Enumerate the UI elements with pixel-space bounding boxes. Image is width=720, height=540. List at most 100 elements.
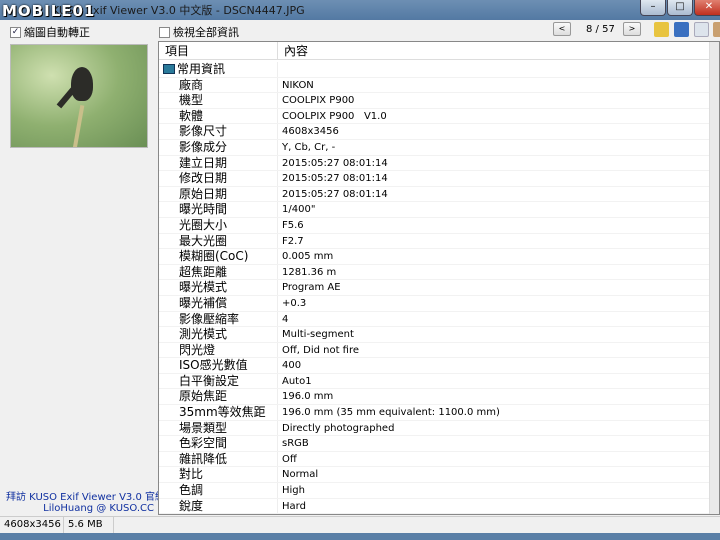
- item-cell: ISO感光數值: [159, 358, 278, 373]
- table-row[interactable]: 建立日期 2015:05:27 08:01:14: [159, 155, 711, 172]
- maximize-button[interactable]: □: [667, 0, 693, 16]
- table-row[interactable]: 影像成分 Y, Cb, Cr, -: [159, 139, 711, 156]
- table-row[interactable]: 測光模式 Multi-segment: [159, 327, 711, 343]
- item-cell: 修改日期: [159, 171, 278, 186]
- item-cell: 白平衡設定: [159, 373, 278, 389]
- status-size: 5.6 MB: [64, 517, 114, 533]
- info-icon: [163, 64, 175, 74]
- table-row[interactable]: 原始日期 2015:05:27 08:01:14: [159, 186, 711, 203]
- item-cell: 雜訊降低: [159, 451, 278, 467]
- value-cell: 1281.36 m: [282, 266, 337, 278]
- item-cell: 光圈大小: [159, 217, 278, 233]
- table-row[interactable]: 曝光補償 +0.3: [159, 295, 711, 312]
- table-row[interactable]: 模糊圈(CoC) 0.005 mm: [159, 249, 711, 265]
- page-indicator: 8 / 57: [586, 24, 615, 35]
- prev-button[interactable]: <: [553, 22, 571, 36]
- watermark-logo: MOBILE01: [2, 2, 96, 20]
- open-folder-icon[interactable]: [654, 22, 669, 37]
- table-row[interactable]: 最大光圈 F2.7: [159, 233, 711, 250]
- table-row[interactable]: 雜訊降低 Off: [159, 451, 711, 468]
- value-cell: sRGB: [282, 438, 309, 450]
- website-link[interactable]: 拜訪 KUSO Exif Viewer V3.0 官網: [6, 488, 165, 503]
- zoom-icon[interactable]: [694, 22, 709, 37]
- show-all-checkbox[interactable]: 檢視全部資訊: [159, 24, 239, 40]
- value-cell: Program AE: [282, 282, 341, 294]
- show-all-label: 檢視全部資訊: [173, 26, 239, 39]
- vertical-scrollbar[interactable]: [709, 42, 719, 514]
- item-cell: 測光模式: [159, 327, 278, 342]
- credit-link[interactable]: LiloHuang @ KUSO.CC: [43, 503, 154, 514]
- group-label: 常用資訊: [177, 62, 226, 76]
- value-cell: Auto1: [282, 375, 312, 387]
- exif-table: 項目 內容 常用資訊 廠商 NIKON 機型 COOLPIX P900 軟體 COOLPI…: [158, 41, 720, 515]
- checkbox-checked-icon: ✓: [10, 26, 21, 38]
- group-row[interactable]: 常用資訊: [159, 62, 711, 78]
- item-cell: 機型: [159, 93, 278, 108]
- table-row[interactable]: 色彩空間 sRGB: [159, 436, 711, 452]
- close-button[interactable]: ✕: [694, 0, 720, 16]
- value-cell: COOLPIX P900: [282, 95, 355, 107]
- item-cell: 色彩空間: [159, 436, 278, 451]
- table-row[interactable]: 色調 High: [159, 483, 711, 499]
- save-icon[interactable]: [674, 22, 689, 37]
- table-row[interactable]: 白平衡設定 Auto1: [159, 373, 711, 390]
- value-cell: Directly photographed: [282, 422, 395, 434]
- table-row[interactable]: 光圈大小 F5.6: [159, 217, 711, 234]
- item-cell: 35mm等效焦距: [159, 405, 278, 420]
- value-cell: COOLPIX P900 V1.0: [282, 110, 387, 122]
- table-row[interactable]: 軟體 COOLPIX P900 V1.0: [159, 108, 711, 125]
- next-button[interactable]: >: [623, 22, 641, 36]
- table-row[interactable]: 原始焦距 196.0 mm: [159, 389, 711, 406]
- checkbox-icon: [159, 26, 170, 38]
- value-cell: NIKON: [282, 79, 314, 91]
- item-cell: 場景類型: [159, 420, 278, 436]
- item-cell: 原始日期: [159, 186, 278, 202]
- value-cell: 0.005 mm: [282, 251, 334, 263]
- table-row[interactable]: 修改日期 2015:05:27 08:01:14: [159, 171, 711, 187]
- item-cell: 對比: [159, 467, 278, 483]
- value-cell: Multi-segment: [282, 329, 354, 341]
- table-row[interactable]: 影像壓縮率 4: [159, 311, 711, 328]
- value-cell: Normal: [282, 469, 319, 481]
- thumbnail-image: [10, 44, 148, 148]
- value-cell: Hard: [282, 500, 306, 512]
- value-cell: 196.0 mm: [282, 391, 334, 403]
- value-cell: 4: [282, 313, 289, 325]
- item-cell: 曝光時間: [159, 202, 278, 217]
- column-header-item[interactable]: 項目: [159, 42, 278, 60]
- table-row[interactable]: 超焦距離 1281.36 m: [159, 264, 711, 281]
- item-cell: 曝光模式: [159, 280, 278, 295]
- value-cell: +0.3: [282, 297, 307, 309]
- value-cell: 196.0 mm (35 mm equivalent: 1100.0 mm): [282, 407, 500, 419]
- item-cell: 原始焦距: [159, 389, 278, 405]
- title-bar: KUSO Exif Viewer V3.0 中文版 - DSCN4447.JPG…: [0, 0, 720, 20]
- auto-rotate-checkbox[interactable]: ✓ 縮圖自動轉正: [10, 24, 90, 40]
- item-cell: 閃光燈: [159, 342, 278, 358]
- table-row[interactable]: 廠商 NIKON: [159, 77, 711, 94]
- column-header-content[interactable]: 內容: [278, 42, 711, 60]
- value-cell: F5.6: [282, 219, 304, 231]
- value-cell: 4608x3456: [282, 126, 339, 138]
- value-cell: 2015:05:27 08:01:14: [282, 188, 388, 200]
- table-row[interactable]: 銳度 Hard: [159, 498, 711, 514]
- table-row[interactable]: 機型 COOLPIX P900: [159, 93, 711, 109]
- value-cell: 2015:05:27 08:01:14: [282, 173, 388, 185]
- map-icon[interactable]: [713, 22, 720, 37]
- table-row[interactable]: 曝光模式 Program AE: [159, 280, 711, 296]
- table-row[interactable]: 曝光時間 1/400": [159, 202, 711, 218]
- value-cell: 400: [282, 360, 302, 372]
- table-row[interactable]: 場景類型 Directly photographed: [159, 420, 711, 437]
- item-cell: 模糊圈(CoC): [159, 249, 278, 264]
- item-cell: 影像成分: [159, 139, 278, 155]
- value-cell: 1/400": [282, 204, 316, 216]
- item-cell: 銳度: [159, 498, 278, 514]
- table-row[interactable]: ISO感光數值 400: [159, 358, 711, 374]
- item-cell: 色調: [159, 483, 278, 498]
- minimize-button[interactable]: –: [640, 0, 666, 16]
- table-row[interactable]: 閃光燈 Off, Did not fire: [159, 342, 711, 359]
- table-row[interactable]: 對比 Normal: [159, 467, 711, 484]
- item-cell: 廠商: [159, 77, 278, 93]
- table-row[interactable]: 35mm等效焦距 196.0 mm (35 mm equivalent: 1100…: [159, 405, 711, 421]
- value-cell: 2015:05:27 08:01:14: [282, 157, 388, 169]
- table-row[interactable]: 影像尺寸 4608x3456: [159, 124, 711, 140]
